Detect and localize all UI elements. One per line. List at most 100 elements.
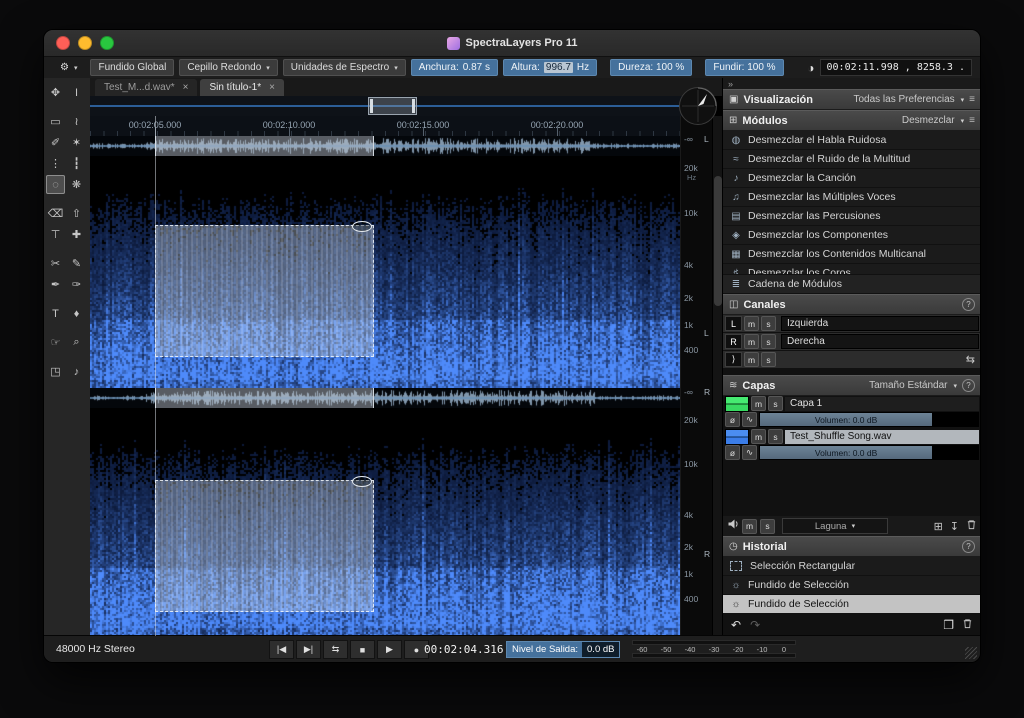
selection-width-field[interactable]: Anchura: 0.87 s	[411, 59, 498, 76]
layer-volume-slider[interactable]: Volumen: 0.0 dB	[759, 412, 979, 427]
channel-routing-icon[interactable]: ⇆	[966, 353, 975, 366]
solo-button[interactable]: s	[768, 429, 783, 444]
overview-viewport[interactable]	[368, 97, 417, 115]
spectrum-units-select[interactable]: Unidades de Espectro ▾	[283, 59, 406, 76]
redo-icon[interactable]: ↷	[750, 618, 760, 632]
module-item-unmix-percussion[interactable]: ▤ Desmezclar las Percusiones	[723, 207, 980, 225]
solo-button[interactable]: s	[760, 519, 775, 534]
previous-button[interactable]: |◀	[269, 640, 294, 659]
spectrogram-right[interactable]	[90, 408, 680, 636]
global-fade-button[interactable]: Fundido Global	[90, 59, 174, 76]
envelope-button[interactable]: ∿	[742, 445, 757, 460]
harmonics-selection-tool[interactable]: ┇	[67, 154, 86, 173]
frequency-selection-tool[interactable]: ⋮	[46, 154, 65, 173]
phase-invert-button[interactable]: ø	[725, 412, 740, 427]
playhead[interactable]	[155, 116, 156, 636]
pan-compass[interactable]	[678, 86, 718, 126]
help-icon[interactable]: ?	[962, 298, 975, 311]
pencil-tool[interactable]: ✎	[67, 254, 86, 273]
waveform-strip-left[interactable]	[90, 136, 680, 157]
layers-header[interactable]: ≋ Capas Tamaño Estándar ▾ ?	[723, 375, 980, 396]
time-selection-region[interactable]	[155, 136, 374, 156]
amplify-tool[interactable]: ⇧	[67, 204, 86, 223]
loop-button[interactable]: ⇆	[323, 640, 348, 659]
layer-capa-1[interactable]: m s Capa 1 ø ∿ Volumen: 0.0 dB	[723, 396, 980, 427]
waveform-strip-right[interactable]	[90, 388, 680, 409]
mute-button[interactable]: m	[742, 519, 757, 534]
history-item-fade-selection-current[interactable]: ☼ Fundido de Selección	[723, 595, 980, 613]
menu-icon[interactable]: ≡	[969, 115, 975, 126]
solo-button[interactable]: s	[768, 396, 783, 411]
scrollbar-thumb[interactable]	[714, 176, 722, 306]
eyedropper-tool[interactable]: ♦	[67, 304, 86, 323]
module-item-unmix-song[interactable]: ♪ Desmezclar la Canción	[723, 169, 980, 187]
module-category-select[interactable]: Desmezclar	[902, 115, 955, 126]
layer-volume-slider[interactable]: Volumen: 0.0 dB	[759, 445, 979, 460]
output-level-field[interactable]: Nivel de Salida: 0.0 dB	[506, 641, 620, 658]
blend-slider[interactable]: Fundir: 100 %	[705, 59, 783, 76]
playback-tool[interactable]: ♪	[67, 362, 86, 381]
fade-handle[interactable]	[352, 221, 372, 232]
merge-layer-icon[interactable]: ↧	[950, 520, 959, 533]
help-icon[interactable]: ?	[962, 540, 975, 553]
module-item-unmix-multiple-voices[interactable]: ♫ Desmezclar las Múltiples Voces	[723, 188, 980, 206]
envelope-button[interactable]: ∿	[742, 412, 757, 427]
delete-layer-icon[interactable]	[966, 519, 977, 533]
resize-grip[interactable]	[965, 647, 977, 659]
menu-icon[interactable]: ≡	[969, 94, 975, 105]
height-selected-value[interactable]: 996.7	[544, 62, 573, 73]
layer-name[interactable]: Capa 1	[785, 397, 979, 411]
module-item-unmix-crowd-noise[interactable]: ≈ Desmezclar el Ruido de la Multitud	[723, 150, 980, 168]
module-item-unmix-choirs[interactable]: ♯ Desmezclar los Coros	[723, 264, 980, 274]
mute-button[interactable]: m	[744, 352, 759, 367]
spectral-selection[interactable]	[155, 225, 374, 357]
layer-thumbnail[interactable]	[725, 396, 749, 412]
modules-header[interactable]: ⊞ Módulos Desmezclar ▾ ≡	[723, 110, 980, 131]
module-item-unmix-components[interactable]: ◈ Desmezclar los Componentes	[723, 226, 980, 244]
tab-sin-titulo-1[interactable]: Sin título-1* ×	[200, 79, 284, 96]
copy-history-icon[interactable]: ❐	[943, 618, 954, 632]
layer-blend-select[interactable]: Laguna ▾	[782, 518, 888, 534]
viewport-handle-right[interactable]	[412, 99, 415, 113]
monitor-speaker-icon[interactable]	[727, 517, 739, 535]
collapse-panel-icon[interactable]: »	[728, 79, 733, 89]
mute-button[interactable]: m	[751, 429, 766, 444]
pen-tool[interactable]: ✒	[46, 275, 65, 294]
next-button[interactable]: ▶|	[296, 640, 321, 659]
hand-tool[interactable]: ☞	[46, 333, 65, 352]
noise-selection-tool[interactable]: ❋	[67, 175, 86, 194]
area-selection-tool[interactable]: ◌	[46, 175, 65, 194]
layer-name[interactable]: Test_Shuffle Song.wav	[785, 430, 979, 444]
time-selection-region[interactable]	[155, 388, 374, 408]
history-header[interactable]: ◷ Historial ?	[723, 536, 980, 557]
history-item-fade-selection[interactable]: ☼ Fundido de Selección	[723, 576, 980, 594]
mute-button[interactable]: m	[744, 316, 759, 331]
scissors-tool[interactable]: ✂	[46, 254, 65, 273]
preferences-select[interactable]: Todas las Preferencias	[853, 94, 954, 105]
fade-handle[interactable]	[352, 476, 372, 487]
view-3d-tool[interactable]: ◳	[46, 362, 65, 381]
brush-selection-tool[interactable]: ✐	[46, 133, 65, 152]
spectral-selection[interactable]	[155, 480, 374, 612]
phase-invert-button[interactable]: ø	[725, 445, 740, 460]
panel-collapse-strip[interactable]: »	[723, 78, 980, 89]
minimize-button[interactable]	[78, 36, 92, 50]
undo-icon[interactable]: ↶	[731, 618, 741, 632]
text-tool[interactable]: T	[46, 304, 65, 323]
help-icon[interactable]: ?	[962, 379, 975, 392]
display-contrast-icon[interactable]: ◑	[807, 61, 814, 75]
hardness-slider[interactable]: Dureza: 100 %	[610, 59, 692, 76]
add-layer-icon[interactable]: ⊞	[934, 520, 943, 533]
solo-button[interactable]: s	[761, 316, 776, 331]
layer-size-select[interactable]: Tamaño Estándar	[869, 380, 947, 391]
layer-test-shuffle-song[interactable]: m s Test_Shuffle Song.wav ø ∿ Volumen: 0…	[723, 429, 980, 460]
module-chain-item[interactable]: ≣ Cadena de Módulos	[723, 275, 980, 293]
close-button[interactable]	[56, 36, 70, 50]
viewport-handle-left[interactable]	[370, 99, 373, 113]
lasso-selection-tool[interactable]: ≀	[67, 112, 86, 131]
visualization-header[interactable]: ▣ Visualización Todas las Preferencias ▾…	[723, 89, 980, 110]
clone-stamp-tool[interactable]: ⊤	[46, 225, 65, 244]
brush-type-select[interactable]: Cepillo Redondo ▾	[179, 59, 277, 76]
zoom-button[interactable]	[100, 36, 114, 50]
solo-button[interactable]: s	[761, 352, 776, 367]
